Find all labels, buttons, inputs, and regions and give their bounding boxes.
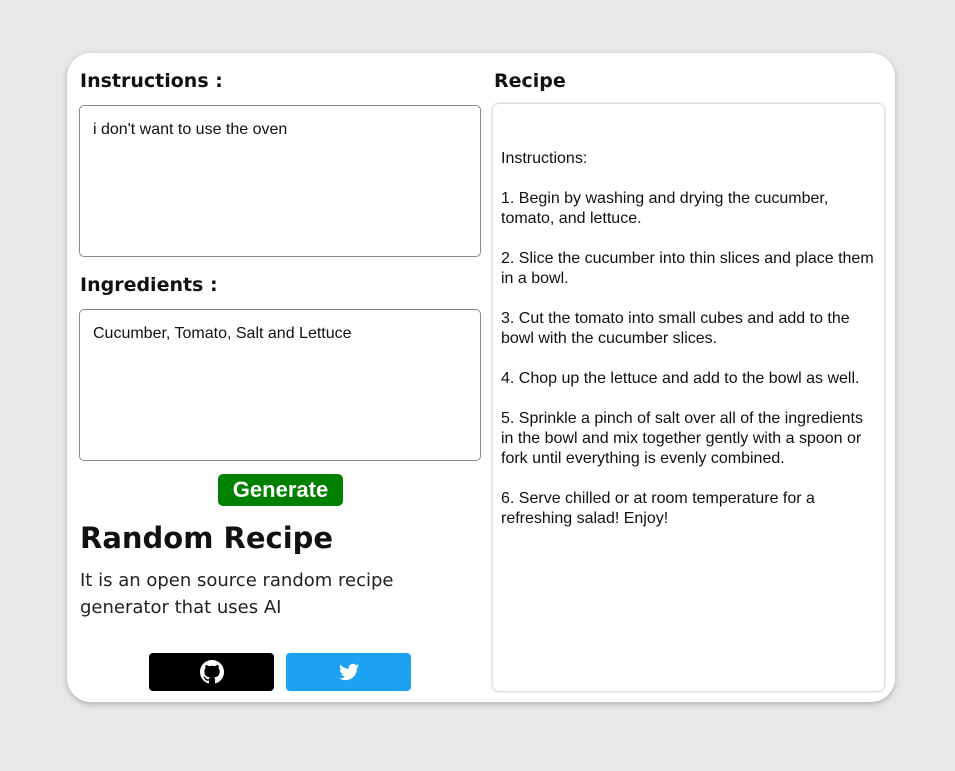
twitter-icon	[338, 663, 359, 681]
ingredients-input[interactable]: Cucumber, Tomato, Salt and Lettuce	[79, 309, 481, 461]
instructions-label: Instructions :	[80, 70, 223, 92]
twitter-button[interactable]	[286, 653, 411, 691]
generate-button[interactable]: Generate	[218, 474, 343, 506]
github-button[interactable]	[149, 653, 274, 691]
instructions-input[interactable]: i don't want to use the oven	[79, 105, 481, 257]
main-card: Instructions : i don't want to use the o…	[67, 53, 895, 702]
github-icon	[199, 660, 224, 684]
recipe-label: Recipe	[494, 70, 566, 92]
recipe-output: Instructions: 1. Begin by washing and dr…	[493, 104, 884, 691]
ingredients-label: Ingredients :	[80, 274, 218, 296]
app-title: Random Recipe	[80, 521, 334, 555]
app-description: It is an open source random recipe gener…	[80, 570, 394, 618]
